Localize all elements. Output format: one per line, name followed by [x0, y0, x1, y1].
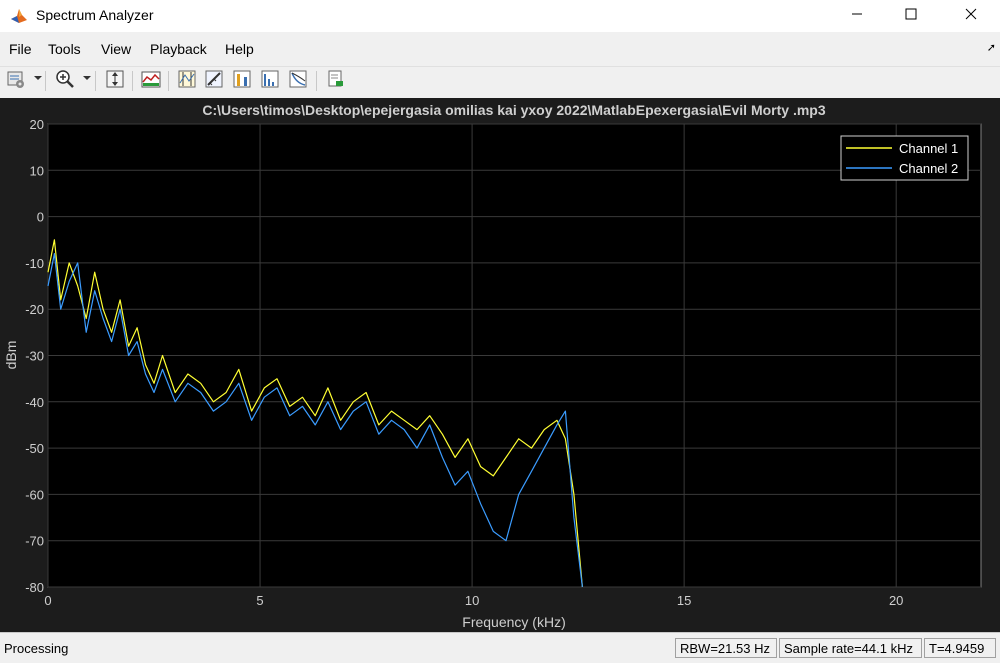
menu-help[interactable]: Help	[225, 41, 254, 57]
chart-title: C:\Users\timos\Desktop\epejergasia omili…	[202, 102, 825, 118]
configuration-properties-icon	[6, 69, 26, 94]
x-tick-label: 20	[889, 593, 903, 608]
minimize-button[interactable]	[834, 0, 880, 32]
menu-view[interactable]: View	[101, 41, 131, 57]
zoom-dropdown-arrow[interactable]	[83, 76, 91, 80]
measurement-icon	[204, 69, 224, 94]
close-button[interactable]	[948, 0, 994, 32]
zoom-in-button[interactable]	[54, 69, 76, 94]
y-tick-label: 10	[30, 163, 44, 178]
scale-axes-icon	[105, 69, 125, 94]
peak-finder-button[interactable]	[231, 70, 253, 92]
y-tick-label: 0	[37, 210, 44, 225]
menu-file[interactable]: File	[9, 41, 32, 57]
spectrum-settings-button[interactable]	[140, 70, 162, 92]
plot-area: 0 5 10 15 20 20 10 0 -10 -20 -30 -40 -50 -60 -70 -80 C:…	[0, 98, 1000, 632]
print-icon	[325, 69, 345, 94]
spectrum-chart[interactable]: 0 5 10 15 20 20 10 0 -10 -20 -30 -40 -50 -60 -70 -80 C:…	[0, 98, 1000, 632]
x-tick-label: 15	[677, 593, 691, 608]
toolbar-separator	[316, 71, 317, 91]
y-tick-label: -80	[25, 580, 44, 595]
toolbar-separator	[168, 71, 169, 91]
menu-playback[interactable]: Playback	[150, 41, 207, 57]
matlab-icon	[10, 7, 28, 25]
x-tick-label: 10	[465, 593, 479, 608]
legend-label-channel-2: Channel 2	[899, 161, 958, 176]
close-icon	[965, 7, 977, 25]
status-bar: Processing RBW=21.53 Hz Sample rate=44.1…	[0, 632, 1000, 663]
configuration-dropdown-arrow[interactable]	[34, 76, 42, 80]
y-tick-label: -20	[25, 302, 44, 317]
configuration-properties-button[interactable]	[5, 70, 27, 92]
toolbar-separator	[45, 71, 46, 91]
menu-tools[interactable]: Tools	[48, 41, 81, 57]
legend[interactable]: Channel 1 Channel 2	[840, 135, 969, 181]
legend-label-channel-1: Channel 1	[899, 141, 958, 156]
maximize-icon	[905, 7, 917, 25]
x-axis-label: Frequency (kHz)	[462, 614, 565, 630]
y-tick-label: 20	[30, 117, 44, 132]
rbw-readout: RBW=21.53 Hz	[675, 638, 777, 658]
menu-bar: File Tools View Playback Help ➚	[0, 38, 1000, 62]
minimize-icon	[851, 7, 863, 25]
maximize-button[interactable]	[888, 0, 934, 32]
print-button[interactable]	[324, 70, 346, 92]
y-axis-label: dBm	[3, 341, 19, 370]
toolbar	[0, 66, 1000, 97]
distortion-measurements-icon	[260, 69, 280, 94]
toolbar-separator	[95, 71, 96, 91]
dock-arrow-icon[interactable]: ➚	[987, 41, 996, 54]
x-tick-label: 0	[44, 593, 51, 608]
y-tick-label: -50	[25, 441, 44, 456]
data-cursor-button[interactable]	[176, 70, 198, 92]
peak-finder-icon	[232, 69, 252, 94]
y-tick-label: -10	[25, 256, 44, 271]
window-title: Spectrum Analyzer	[36, 7, 154, 23]
y-tick-label: -30	[25, 349, 44, 364]
y-tick-label: -60	[25, 487, 44, 502]
measurement-button[interactable]	[203, 70, 225, 92]
zoom-in-icon	[55, 69, 75, 94]
distortion-measurements-button[interactable]	[259, 70, 281, 92]
sample-rate-readout: Sample rate=44.1 kHz	[779, 638, 922, 658]
status-text: Processing	[4, 641, 69, 656]
title-bar: Spectrum Analyzer	[0, 0, 1000, 32]
x-tick-label: 5	[256, 593, 263, 608]
ccdf-icon	[288, 69, 308, 94]
ccdf-button[interactable]	[287, 70, 309, 92]
toolbar-separator	[132, 71, 133, 91]
scale-axes-button[interactable]	[104, 70, 126, 92]
data-cursor-icon	[177, 69, 197, 94]
y-tick-label: -70	[25, 534, 44, 549]
spectrum-settings-icon	[141, 69, 161, 94]
time-readout: T=4.9459	[924, 638, 996, 658]
y-tick-label: -40	[25, 395, 44, 410]
